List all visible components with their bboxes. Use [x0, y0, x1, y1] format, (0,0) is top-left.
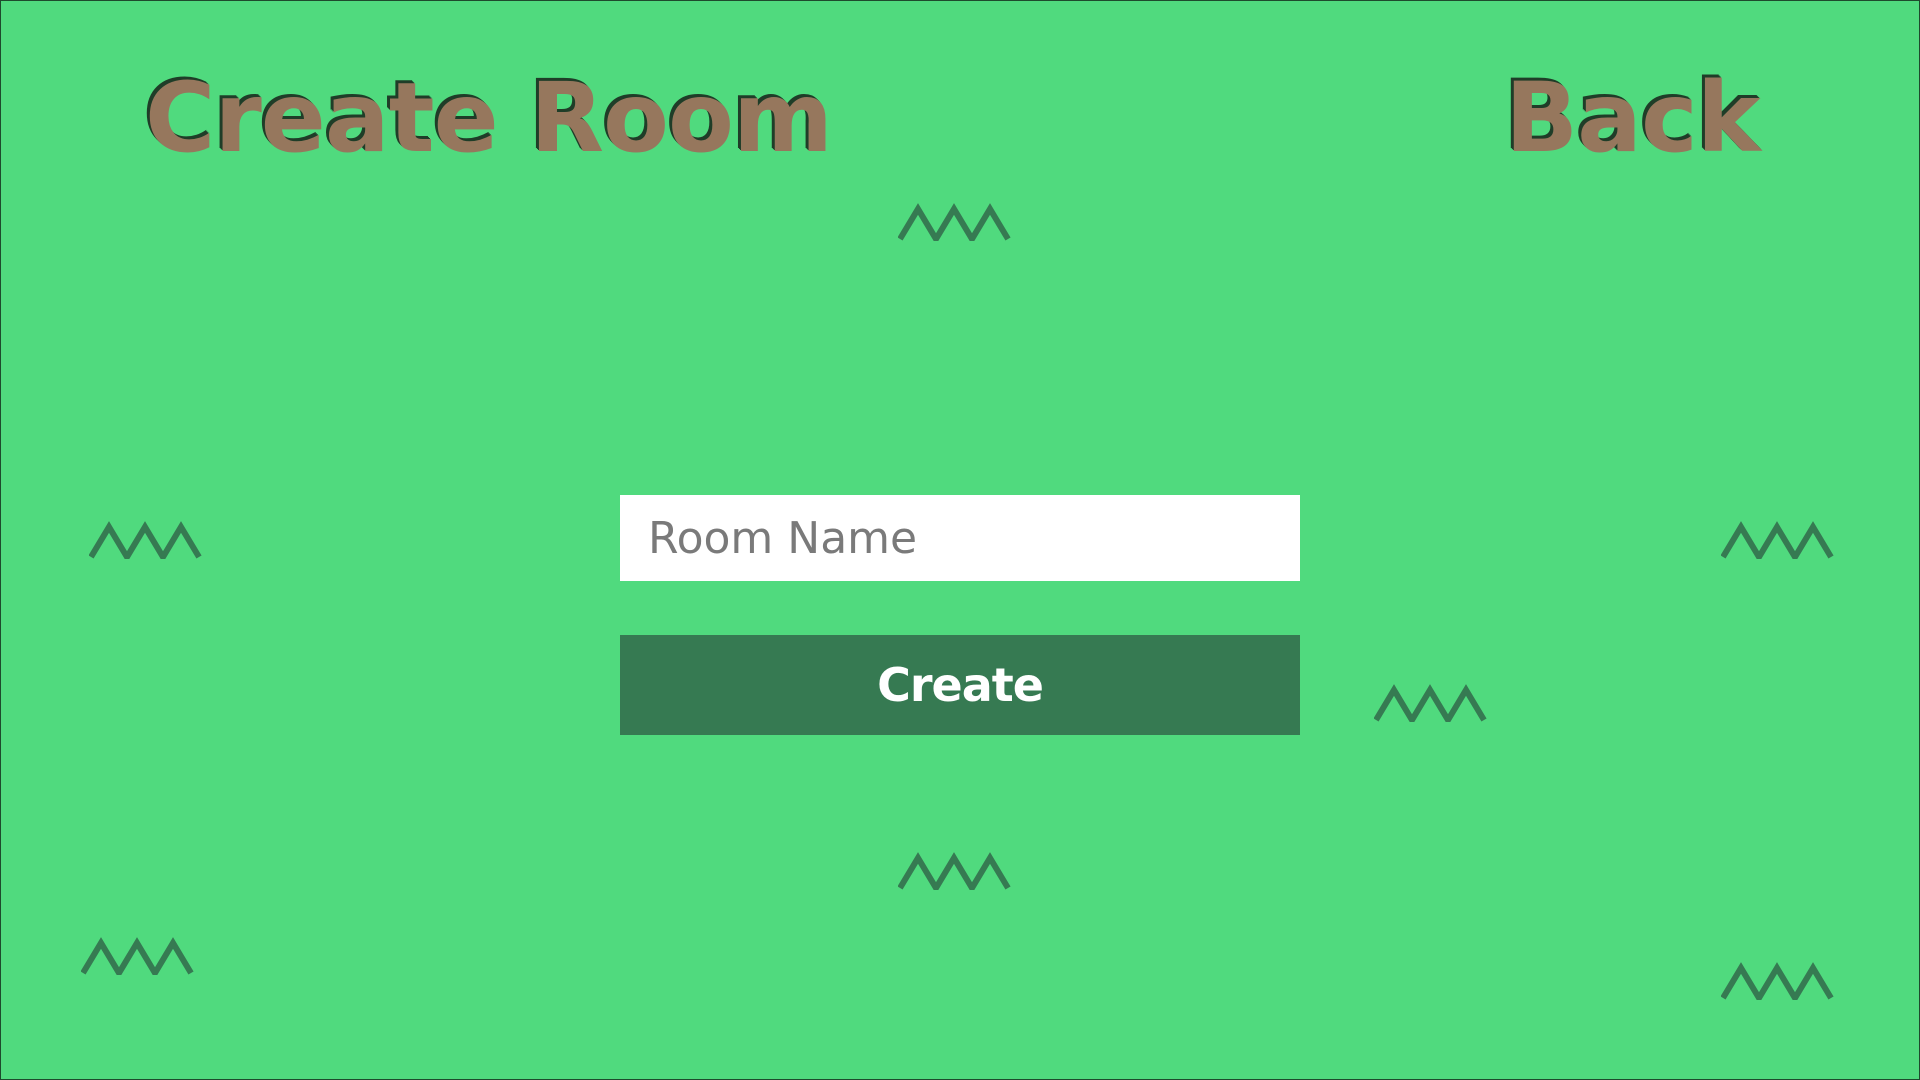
zigzag-icon	[898, 203, 1022, 241]
back-button[interactable]: Back	[1505, 70, 1761, 166]
page-title: Create Room	[145, 62, 833, 174]
zigzag-icon	[1721, 521, 1845, 559]
zigzag-icon	[1721, 962, 1845, 1000]
zigzag-icon	[898, 852, 1022, 890]
room-name-input[interactable]	[620, 495, 1300, 581]
zigzag-icon	[1374, 684, 1498, 722]
zigzag-icon	[81, 937, 205, 975]
create-button[interactable]: Create	[620, 635, 1300, 735]
zigzag-icon	[89, 521, 213, 559]
